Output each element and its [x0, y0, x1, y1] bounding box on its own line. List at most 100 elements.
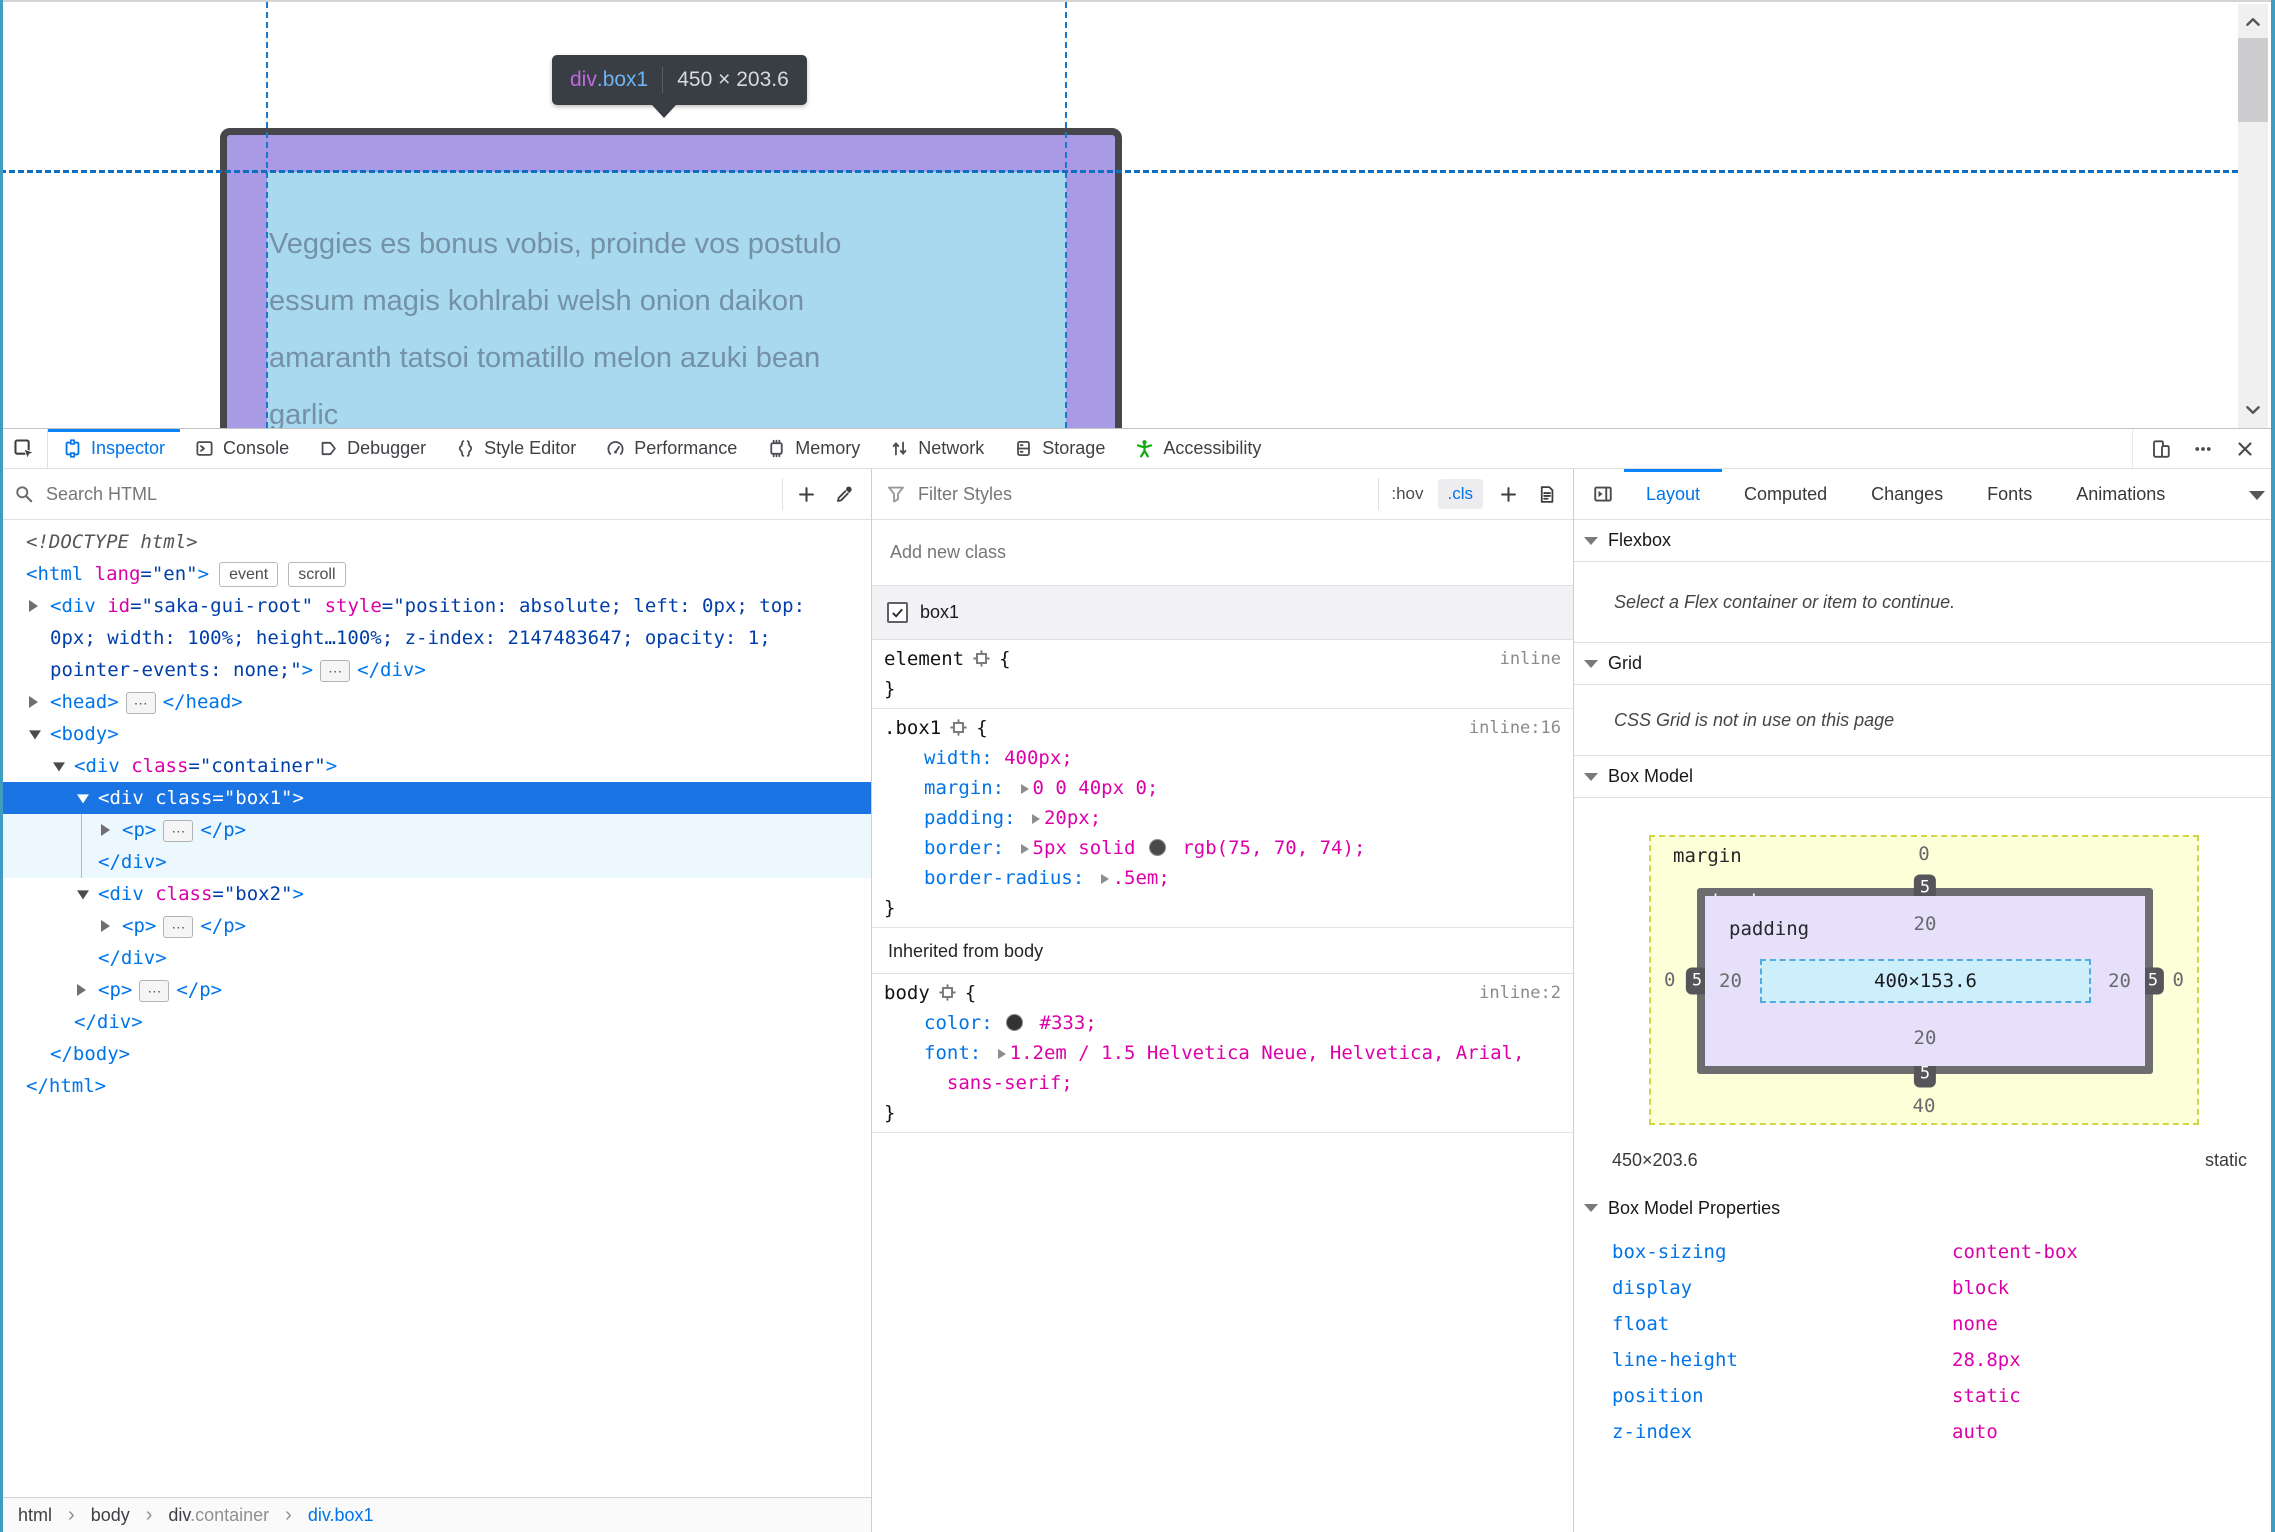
markup-line[interactable]: </div> — [0, 942, 871, 974]
ellipsis-badge[interactable]: ⋯ — [163, 915, 194, 938]
sidebar-tab-layout[interactable]: Layout — [1624, 469, 1723, 519]
meatball-menu-button[interactable] — [2185, 429, 2221, 468]
panel-splitter-right[interactable] — [1573, 469, 1574, 1532]
border-right-value[interactable]: 5 — [2141, 967, 2165, 995]
margin-bottom-value[interactable]: 40 — [1651, 1095, 2197, 1117]
margin-left-value[interactable]: 0 — [1664, 969, 1675, 991]
markup-line[interactable]: <p> ⋯ </p> — [0, 910, 871, 942]
markup-line[interactable]: </html> — [0, 1070, 871, 1102]
padding-left-value[interactable]: 20 — [1719, 970, 1742, 992]
padding-right-value[interactable]: 20 — [2108, 970, 2131, 992]
boxmodel-property-row[interactable]: box-sizing content-box — [1574, 1234, 2275, 1270]
node-picker-button[interactable] — [0, 429, 48, 468]
sidebar-toggle-icon[interactable] — [1582, 469, 1624, 519]
twisty-collapsed-icon[interactable] — [77, 984, 86, 996]
twisty-collapsed-icon[interactable] — [101, 824, 110, 836]
tab-inspector[interactable]: Inspector — [48, 429, 181, 468]
markup-line[interactable]: </div> — [0, 1006, 871, 1038]
twisty-expanded-icon[interactable] — [53, 762, 65, 772]
badge-event[interactable]: event — [219, 562, 279, 587]
markup-line[interactable]: 0px; width: 100%; height…100%; z-index: … — [0, 622, 871, 654]
rule-source-link[interactable]: inline — [1500, 644, 1561, 674]
boxmodel-padding-layer[interactable]: padding 20 20 20 20 400×153.6 — [1705, 896, 2145, 1066]
add-rule-button[interactable] — [1489, 469, 1527, 519]
breadcrumb-item[interactable]: html — [18, 1505, 52, 1526]
toggle-pseudo-classes-button[interactable]: :hov — [1383, 480, 1431, 508]
toggle-classes-button[interactable]: .cls — [1437, 479, 1483, 509]
tab-debugger[interactable]: Debugger — [304, 429, 441, 468]
markup-line[interactable]: <div class="box1"> — [0, 782, 871, 814]
boxmodel-property-row[interactable]: float none — [1574, 1306, 2275, 1342]
tab-performance[interactable]: Performance — [591, 429, 752, 468]
twisty-expanded-icon[interactable] — [29, 730, 41, 740]
markup-line[interactable]: </div> — [0, 846, 871, 878]
boxmodel-property-row[interactable]: line-height 28.8px — [1574, 1342, 2275, 1378]
css-declaration[interactable]: border-radius: .5em; — [884, 863, 1561, 893]
print-media-button[interactable] — [1527, 469, 1565, 519]
expand-shorthand-icon[interactable] — [1020, 844, 1029, 854]
boxmodel-border-layer[interactable]: border 5 5 5 5 padding 20 20 20 20 400×1… — [1685, 874, 2165, 1088]
twisty-collapsed-icon[interactable] — [29, 696, 38, 708]
tab-storage[interactable]: Storage — [999, 429, 1120, 468]
twisty-collapsed-icon[interactable] — [101, 920, 110, 932]
rule-source-link[interactable]: inline:2 — [1479, 978, 1561, 1008]
responsive-design-button[interactable] — [2143, 429, 2179, 468]
close-button[interactable] — [2227, 429, 2263, 468]
css-declaration[interactable]: margin: 0 0 40px 0; — [884, 773, 1561, 803]
all-tabs-chevron-icon[interactable] — [2249, 491, 2265, 508]
ellipsis-badge[interactable]: ⋯ — [320, 659, 351, 682]
scroll-up-icon[interactable] — [2243, 12, 2263, 32]
expand-shorthand-icon[interactable] — [1020, 784, 1029, 794]
target-icon[interactable] — [938, 983, 957, 1002]
tab-memory[interactable]: Memory — [752, 429, 875, 468]
expand-shorthand-icon[interactable] — [1031, 814, 1040, 824]
twisty-collapsed-icon[interactable] — [29, 600, 38, 612]
css-declaration[interactable]: font: 1.2em / 1.5 Helvetica Neue, Helvet… — [884, 1038, 1561, 1098]
scrollbar-thumb[interactable] — [2238, 38, 2268, 122]
rule-selector[interactable]: element — [884, 648, 964, 670]
margin-top-value[interactable]: 0 — [1651, 843, 2197, 865]
eyedropper-button[interactable] — [825, 469, 863, 519]
class-checkbox[interactable] — [887, 602, 908, 623]
boxmodel-property-row[interactable]: display block — [1574, 1270, 2275, 1306]
expand-shorthand-icon[interactable] — [1100, 874, 1109, 884]
color-swatch[interactable] — [1006, 1014, 1024, 1031]
boxmodel-content-box[interactable]: 400×153.6 — [1760, 959, 2091, 1003]
node-picker-icon[interactable] — [13, 438, 35, 460]
add-new-class-input[interactable] — [888, 541, 1557, 564]
flexbox-section-header[interactable]: Flexbox — [1574, 520, 2275, 562]
badge-scroll[interactable]: scroll — [288, 562, 346, 587]
markup-line[interactable]: <body> — [0, 718, 871, 750]
markup-line[interactable]: <html lang="en"> event scroll — [0, 558, 871, 590]
tab-console[interactable]: Console — [180, 429, 304, 468]
margin-right-value[interactable]: 0 — [2173, 969, 2184, 991]
tab-network[interactable]: Network — [875, 429, 999, 468]
markup-line[interactable]: <div class="container"> — [0, 750, 871, 782]
twisty-expanded-icon[interactable] — [77, 890, 89, 900]
page-scrollbar[interactable] — [2238, 4, 2268, 428]
grid-section-header[interactable]: Grid — [1574, 643, 2275, 685]
markup-line[interactable]: <!DOCTYPE html> — [0, 526, 871, 558]
breadcrumb-item[interactable]: div.container — [168, 1505, 269, 1526]
ellipsis-badge[interactable]: ⋯ — [139, 979, 170, 1002]
breadcrumb-item[interactable]: div.box1 — [308, 1505, 374, 1526]
css-declaration[interactable]: color: #333; — [884, 1008, 1561, 1038]
filter-styles-input[interactable] — [916, 482, 1375, 506]
markup-line[interactable]: <p> ⋯ </p> — [0, 974, 871, 1006]
rule-selector[interactable]: body — [884, 982, 930, 1004]
boxmodel-section-header[interactable]: Box Model — [1574, 756, 2275, 798]
sidebar-tab-fonts[interactable]: Fonts — [1965, 469, 2054, 519]
markup-line[interactable]: <head> ⋯ </head> — [0, 686, 871, 718]
tab-accessibility[interactable]: Accessibility — [1120, 429, 1276, 468]
target-icon[interactable] — [972, 649, 991, 668]
scroll-down-icon[interactable] — [2243, 400, 2263, 420]
sidebar-tab-changes[interactable]: Changes — [1849, 469, 1965, 519]
boxmodel-property-row[interactable]: position static — [1574, 1378, 2275, 1414]
breadcrumb-item[interactable]: body — [91, 1505, 130, 1526]
search-html-input[interactable] — [44, 482, 778, 506]
markup-line[interactable]: </body> — [0, 1038, 871, 1070]
rule-source-link[interactable]: inline:16 — [1469, 713, 1561, 743]
padding-bottom-value[interactable]: 20 — [1705, 1027, 2145, 1049]
ellipsis-badge[interactable]: ⋯ — [125, 691, 156, 714]
css-declaration[interactable]: padding: 20px; — [884, 803, 1561, 833]
